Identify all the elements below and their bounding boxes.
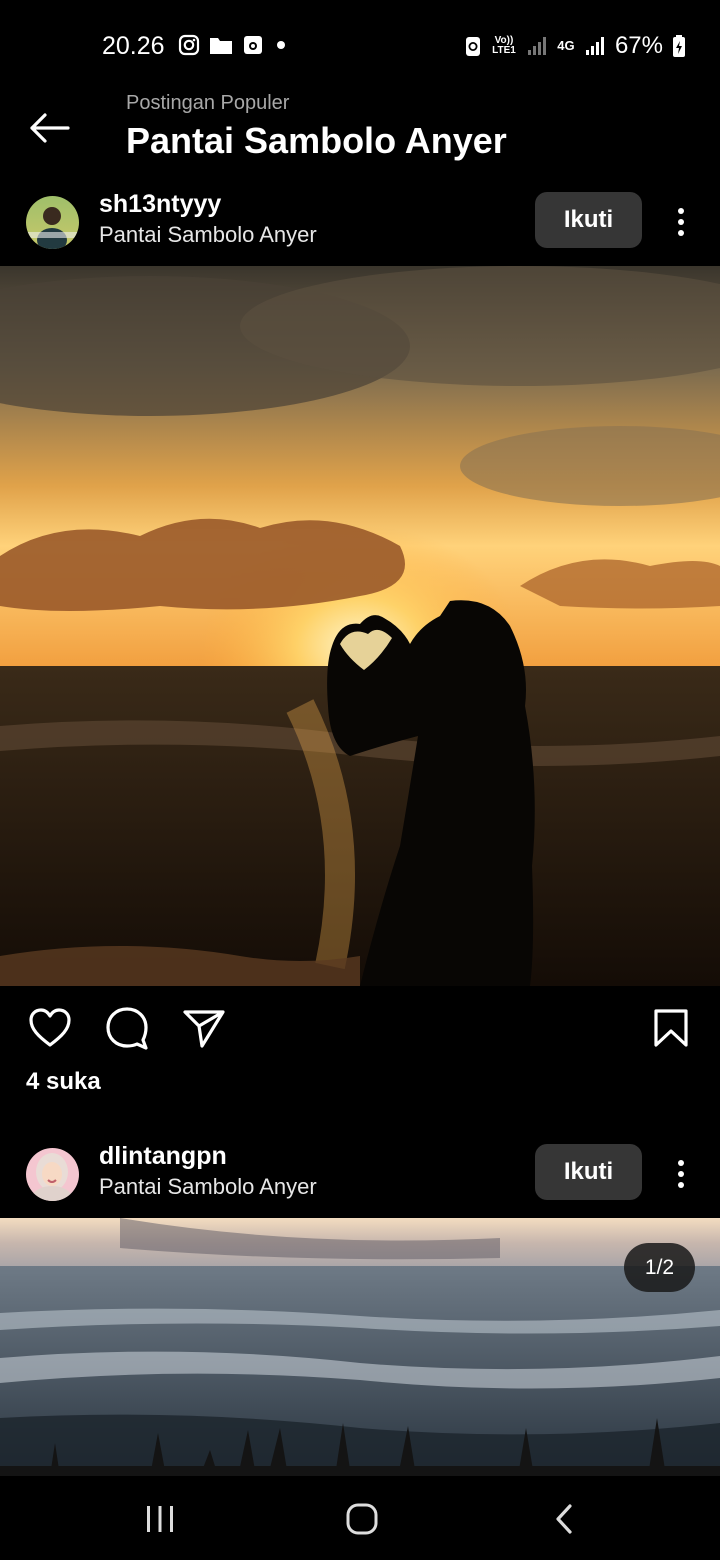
like-button[interactable] xyxy=(26,1004,74,1052)
carousel-page-indicator: 1/2 xyxy=(624,1243,695,1292)
folder-icon xyxy=(210,38,232,54)
system-nav-bar xyxy=(0,1476,720,1560)
signal-icon xyxy=(585,37,604,55)
more-vertical-icon xyxy=(678,1160,684,1188)
status-bar: 20.26 Vo)) LTE1 4G 67% xyxy=(0,0,720,92)
4g-icon: 4G xyxy=(557,38,575,53)
arrow-left-icon xyxy=(30,113,70,143)
bookmark-icon xyxy=(654,1009,688,1047)
like-count[interactable]: 4 suka xyxy=(26,1068,101,1096)
comment-button[interactable] xyxy=(103,1004,151,1052)
battery-percentage: 67% xyxy=(614,32,663,59)
post-username[interactable]: dlintangpn xyxy=(99,1142,227,1171)
post-username[interactable]: sh13ntyyy xyxy=(99,190,221,219)
post-location[interactable]: Pantai Sambolo Anyer xyxy=(99,1174,317,1200)
volte-icon: Vo)) LTE1 xyxy=(492,35,516,56)
back-nav-button[interactable] xyxy=(534,1496,594,1542)
more-options-button[interactable] xyxy=(664,200,698,244)
back-button[interactable] xyxy=(24,106,74,150)
battery-icon xyxy=(673,35,685,57)
follow-button[interactable]: Ikuti xyxy=(535,1144,642,1200)
recent-apps-icon xyxy=(147,1506,173,1532)
page-subtitle: Postingan Populer xyxy=(126,92,290,114)
home-button[interactable] xyxy=(332,1496,392,1542)
top-app-bar: Postingan Populer Pantai Sambolo Anyer xyxy=(0,92,720,182)
status-system-icons: Vo)) LTE1 4G 67% xyxy=(464,32,686,60)
send-icon xyxy=(183,1010,225,1048)
screen-record-icon xyxy=(244,36,262,54)
post-location[interactable]: Pantai Sambolo Anyer xyxy=(99,222,317,248)
share-button[interactable] xyxy=(180,1004,228,1052)
heart-icon xyxy=(29,1008,71,1047)
post-photo[interactable] xyxy=(0,1218,720,1476)
status-notification-icons xyxy=(178,34,289,56)
more-vertical-icon xyxy=(678,208,684,236)
page-title: Pantai Sambolo Anyer xyxy=(126,120,507,161)
recent-apps-button[interactable] xyxy=(130,1496,190,1542)
instagram-icon xyxy=(178,34,200,56)
avatar[interactable] xyxy=(26,1148,79,1201)
data-saver-icon xyxy=(465,37,480,56)
status-time: 20.26 xyxy=(102,32,165,60)
signal-icon xyxy=(527,37,546,55)
post-header: sh13ntyyy Pantai Sambolo Anyer Ikuti xyxy=(0,180,720,264)
post-photo[interactable] xyxy=(0,266,720,986)
avatar[interactable] xyxy=(26,196,79,249)
post-header: dlintangpn Pantai Sambolo Anyer Ikuti xyxy=(0,1132,720,1216)
chevron-left-icon xyxy=(556,1504,572,1534)
home-icon xyxy=(346,1503,378,1535)
comment-icon xyxy=(106,1007,148,1050)
more-options-button[interactable] xyxy=(664,1152,698,1196)
follow-button[interactable]: Ikuti xyxy=(535,192,642,248)
save-button[interactable] xyxy=(647,1004,695,1052)
dot-icon xyxy=(277,41,285,49)
post-actions xyxy=(0,1000,720,1060)
